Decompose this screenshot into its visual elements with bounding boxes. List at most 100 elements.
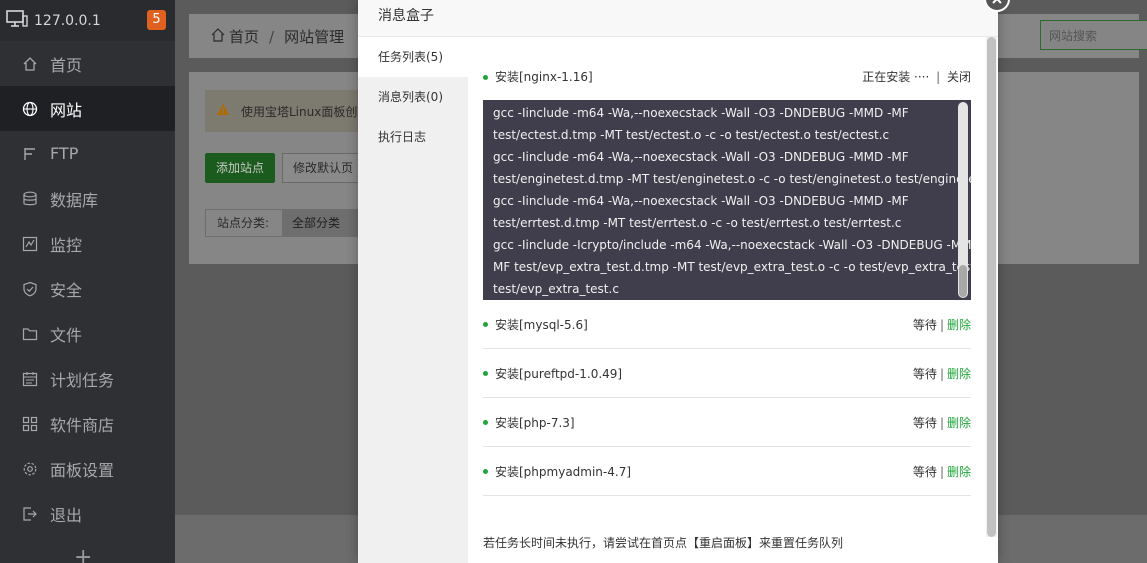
log-line: gcc -Iinclude -Icrypto/include -m64 -Wa,…: [493, 238, 971, 252]
sidebar-item-label: 网站: [50, 100, 83, 120]
task-status-text: 等待: [912, 318, 937, 332]
notice-text: 使用宝塔Linux面板创建: [241, 105, 370, 119]
sidebar-item-calendar[interactable]: 计划任务: [0, 356, 175, 401]
close-task-link[interactable]: 关闭: [947, 70, 971, 84]
status-dot: [483, 371, 488, 376]
monitor-icon: [6, 9, 28, 32]
sidebar-item-label: 退出: [50, 505, 83, 525]
task-name: 安装[pureftpd-1.0.49]: [495, 367, 623, 381]
action-separator: |: [936, 70, 941, 84]
log-line: test/enginetest.d.tmp -MT test/enginetes…: [493, 172, 971, 186]
database-icon: [22, 191, 38, 207]
task-status: 等待 | 删除: [913, 463, 971, 480]
gear-icon: [22, 461, 38, 477]
task-status: 等待 | 删除: [913, 316, 971, 333]
task-name: 安装[php-7.3]: [495, 416, 575, 430]
log-line: test/errtest.d.tmp -MT test/errtest.o -c…: [493, 216, 902, 230]
action-separator: |: [939, 416, 944, 430]
add-icon[interactable]: +: [74, 545, 92, 563]
dialog-scrollbar-thumb[interactable]: [987, 37, 996, 537]
log-line: gcc -Iinclude -m64 -Wa,--noexecstack -Wa…: [493, 150, 909, 164]
task-name: 安装[phpmyadmin-4.7]: [495, 465, 632, 479]
shield-icon: [22, 281, 38, 297]
notification-badge[interactable]: 5: [147, 10, 166, 30]
server-host: 127.0.0.1: [34, 12, 101, 29]
monitor-icon: [22, 236, 38, 252]
grid-icon: [22, 416, 38, 432]
sidebar-item-logout[interactable]: 退出: [0, 491, 175, 536]
home-icon: [211, 27, 225, 46]
task-status-text: 等待: [912, 367, 937, 381]
category-label: 站点分类:: [205, 209, 283, 237]
sidebar-item-label: 计划任务: [50, 370, 115, 390]
task-status-text: 等待: [912, 416, 937, 430]
tab-message-list[interactable]: 消息列表(0): [358, 77, 468, 117]
dialog-scrollbar[interactable]: [986, 37, 997, 537]
tab-execution-log[interactable]: 执行日志: [358, 117, 468, 157]
task-status: 正在安装 ···· | 关闭: [862, 68, 971, 85]
sidebar-item-label: 首页: [50, 55, 83, 75]
sidebar-item-label: FTP: [50, 144, 79, 163]
status-dot: [483, 322, 488, 327]
log-line: test/evp_extra_test.c: [493, 282, 619, 296]
task-list: 安装[nginx-1.16] 正在安装 ···· | 关闭 gcc -Iincl…: [483, 37, 971, 563]
sidebar-item-label: 安全: [50, 280, 83, 300]
folder-icon: [22, 326, 38, 342]
delete-task-link[interactable]: 删除: [947, 416, 971, 430]
task-name: 安装[mysql-5.6]: [495, 318, 588, 332]
log-scrollbar-thumb[interactable]: [959, 265, 967, 297]
site-search-input[interactable]: 网站搜索: [1040, 20, 1147, 50]
status-dot: [483, 420, 488, 425]
log-line: test/ectest.d.tmp -MT test/ectest.o -c -…: [493, 128, 890, 142]
add-site-button[interactable]: 添加站点: [205, 153, 275, 183]
sidebar-item-globe[interactable]: 网站: [0, 86, 175, 131]
log-line: gcc -Iinclude -m64 -Wa,--noexecstack -Wa…: [493, 194, 909, 208]
category-select[interactable]: 全部分类: [282, 209, 360, 237]
dialog-tabs: 任务列表(5) 消息列表(0) 执行日志: [358, 37, 468, 563]
sidebar-item-label: 软件商店: [50, 415, 115, 435]
log-scrollbar[interactable]: [958, 102, 968, 298]
modify-default-page-button[interactable]: 修改默认页: [282, 153, 360, 183]
task-status: 等待 | 删除: [913, 365, 971, 382]
sidebar-item-shield[interactable]: 安全: [0, 266, 175, 311]
sidebar-item-folder[interactable]: 文件: [0, 311, 175, 356]
tab-task-list[interactable]: 任务列表(5): [358, 37, 468, 77]
task-row: 安装[phpmyadmin-4.7] 等待 | 删除: [483, 447, 971, 496]
message-box-dialog: 消息盒子 任务列表(5) 消息列表(0) 执行日志 安装[nginx-1.16]…: [358, 0, 1010, 563]
sidebar-item-monitor[interactable]: 监控: [0, 221, 175, 266]
delete-task-link[interactable]: 删除: [947, 465, 971, 479]
sidebar-item-label: 监控: [50, 235, 83, 255]
action-separator: |: [939, 318, 944, 332]
action-separator: |: [939, 367, 944, 381]
sidebar-item-ftp[interactable]: FTP: [0, 131, 175, 176]
sidebar-item-label: 数据库: [50, 190, 99, 210]
sidebar-item-gear[interactable]: 面板设置: [0, 446, 175, 491]
log-line: MF test/evp_extra_test.d.tmp -MT test/ev…: [493, 260, 971, 274]
task-hint: 若任务长时间未执行，请尝试在首页点【重启面板】来重置任务队列: [483, 536, 844, 550]
calendar-icon: [22, 371, 38, 387]
status-dot: [483, 75, 488, 80]
delete-task-link[interactable]: 删除: [947, 318, 971, 332]
task-status-text: 等待: [912, 465, 937, 479]
sidebar-item-database[interactable]: 数据库: [0, 176, 175, 221]
task-row-current: 安装[nginx-1.16] 正在安装 ···· | 关闭: [483, 37, 971, 84]
breadcrumb: 首页 / 网站管理: [211, 26, 344, 47]
task-row: 安装[php-7.3] 等待 | 删除: [483, 398, 971, 447]
sidebar-item-label: 面板设置: [50, 460, 115, 480]
action-separator: |: [939, 465, 944, 479]
task-row: 安装[pureftpd-1.0.49] 等待 | 删除: [483, 349, 971, 398]
sidebar-item-home[interactable]: 首页: [0, 41, 175, 86]
home-icon: [22, 56, 38, 72]
delete-task-link[interactable]: 删除: [947, 367, 971, 381]
breadcrumb-current: 网站管理: [284, 28, 345, 46]
breadcrumb-home[interactable]: 首页: [229, 26, 259, 47]
warning-icon: [216, 103, 230, 120]
log-line: gcc -Iinclude -m64 -Wa,--noexecstack -Wa…: [493, 106, 909, 120]
task-name: 安装[nginx-1.16]: [495, 70, 593, 84]
sidebar-item-grid[interactable]: 软件商店: [0, 401, 175, 446]
sidebar: 127.0.0.1 5 首页网站 FTP 数据库监控安全文件计划任务软件商店面板设置…: [0, 0, 175, 563]
sidebar-header: 127.0.0.1 5: [0, 0, 175, 41]
ftp-icon: [22, 146, 38, 162]
sidebar-item-label: 文件: [50, 325, 83, 345]
install-log[interactable]: gcc -Iinclude -m64 -Wa,--noexecstack -Wa…: [483, 100, 971, 300]
